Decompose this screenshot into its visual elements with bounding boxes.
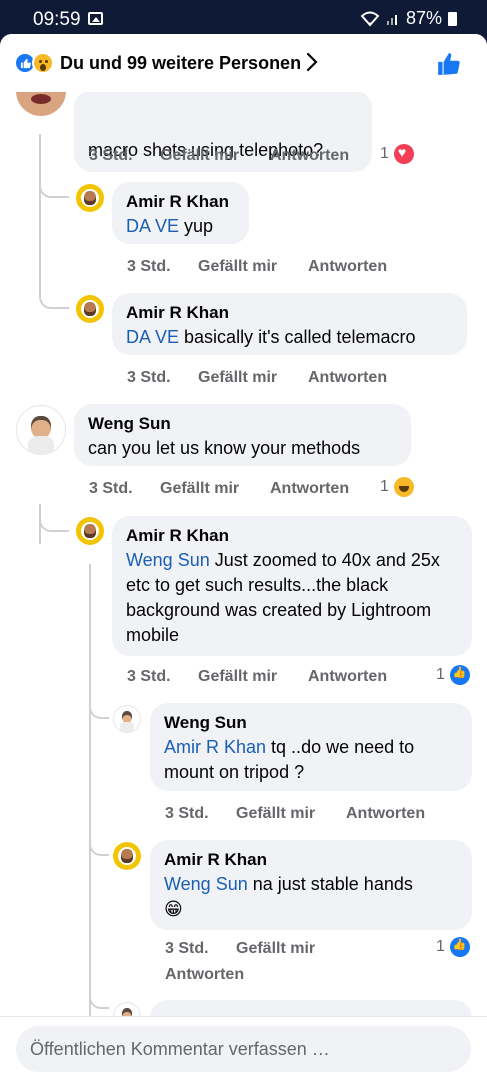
clock: 09:59: [33, 9, 81, 30]
avatar[interactable]: [16, 405, 66, 455]
battery-percent: 87%: [405, 8, 442, 28]
comment-author[interactable]: Amir R Khan: [126, 302, 453, 324]
like-link[interactable]: Gefällt mir: [198, 668, 277, 686]
avatar[interactable]: [113, 842, 141, 870]
reaction-summary: [14, 52, 54, 74]
comment-input[interactable]: Öffentlichen Kommentar verfassen …: [16, 1026, 471, 1072]
reply-link[interactable]: Antworten: [270, 480, 349, 498]
like-link[interactable]: Gefällt mir: [160, 480, 239, 498]
comment-text: DA VE basically it's called telemacro: [126, 327, 416, 347]
wow-reaction-icon: [32, 52, 54, 74]
like-link[interactable]: Gefällt mir: [236, 940, 315, 958]
comment-text: DA VE yup: [126, 216, 214, 236]
reaction-count[interactable]: 1: [380, 477, 414, 497]
composer-bar: Öffentlichen Kommentar verfassen …: [0, 1016, 487, 1080]
reply-link[interactable]: Antworten: [346, 805, 425, 823]
mention-link[interactable]: Amir R Khan: [164, 737, 266, 757]
comment-time: 3 Std.: [89, 480, 133, 497]
comment-author[interactable]: Weng Sun: [164, 712, 458, 734]
reaction-count[interactable]: 1: [436, 665, 470, 685]
thread-line: [89, 564, 91, 1024]
thread-connector: [39, 504, 69, 532]
avatar[interactable]: [76, 295, 104, 323]
reaction-count[interactable]: 1: [436, 937, 470, 957]
comment-time: 3 Std.: [89, 147, 133, 164]
comment-bubble: Amir R Khan DA VE basically it's called …: [112, 293, 467, 355]
like-link[interactable]: Gefällt mir: [198, 369, 277, 387]
like-link[interactable]: Gefällt mir: [236, 805, 315, 823]
avatar[interactable]: [76, 184, 104, 212]
comment-text: Amir R Khan tq ..do we need to mount on …: [164, 737, 415, 782]
gallery-notification-icon: [88, 12, 103, 25]
comment-time: 3 Std.: [127, 369, 171, 386]
reactions-header[interactable]: Du und 99 weitere Personen: [0, 34, 487, 92]
mention-link[interactable]: DA VE: [126, 327, 179, 347]
haha-reaction-icon: [393, 477, 414, 497]
comment-bubble: Amir R Khan Weng Sun Just zoomed to 40x …: [112, 516, 472, 656]
like-link[interactable]: Gefällt mir: [198, 258, 277, 276]
comment-author[interactable]: Amir R Khan: [126, 191, 235, 213]
comment-time: 3 Std.: [127, 668, 171, 685]
like-reaction-icon: [449, 937, 470, 957]
comment-bubble: Weng Sun can you let us know your method…: [74, 404, 411, 466]
thread-connector: [89, 694, 109, 719]
comment-bubble: Amir R Khan DA VE yup: [112, 182, 249, 244]
thread-connector: [89, 964, 109, 1009]
comment-list[interactable]: macro shots using telephoto? 3 Std. Gefä…: [0, 34, 487, 1080]
thread-connector: [39, 232, 69, 309]
reply-link[interactable]: Antworten: [308, 668, 387, 686]
mention-link[interactable]: DA VE: [126, 216, 179, 236]
avatar[interactable]: [113, 705, 141, 733]
comment-time: 3 Std.: [165, 805, 209, 822]
comment-text: can you let us know your methods: [88, 438, 361, 458]
status-bar: 09:59 87%: [0, 0, 487, 36]
avatar[interactable]: [76, 517, 104, 545]
thread-connector: [39, 184, 69, 198]
mention-link[interactable]: Weng Sun: [126, 550, 210, 570]
like-reaction-icon: [449, 665, 470, 685]
love-reaction-icon: [393, 144, 414, 164]
comment-bubble: Amir R Khan Weng Sun na just stable hand…: [150, 840, 472, 930]
comment-text: Weng Sun na just stable hands 😁: [164, 874, 413, 919]
reply-link[interactable]: Antworten: [308, 369, 387, 387]
reactions-summary-text[interactable]: Du und 99 weitere Personen: [60, 53, 301, 74]
like-link[interactable]: Gefällt mir: [160, 147, 239, 165]
reply-link[interactable]: Antworten: [308, 258, 387, 276]
comment-author[interactable]: Amir R Khan: [126, 525, 458, 547]
reply-link[interactable]: Antworten: [270, 147, 349, 165]
status-icons: 87%: [360, 8, 457, 29]
comment-time: 3 Std.: [165, 940, 209, 957]
thread-connector: [89, 834, 109, 856]
comment-author[interactable]: Amir R Khan: [164, 849, 458, 871]
signal-icon: [386, 14, 397, 25]
comment-time: 3 Std.: [127, 258, 171, 275]
battery-icon: [448, 11, 457, 26]
reply-link[interactable]: Antworten: [165, 966, 244, 984]
grin-emoji: 😁: [164, 899, 183, 919]
comment-author[interactable]: Weng Sun: [88, 413, 397, 435]
thumbs-up-icon[interactable]: [436, 51, 462, 77]
chevron-right-icon[interactable]: [305, 51, 319, 79]
comment-bubble: Weng Sun Amir R Khan tq ..do we need to …: [150, 703, 472, 791]
reaction-count[interactable]: 1: [380, 144, 414, 164]
thread-line: [39, 134, 41, 232]
comments-sheet: macro shots using telephoto? 3 Std. Gefä…: [0, 34, 487, 1080]
wifi-icon: [360, 11, 380, 27]
mention-link[interactable]: Weng Sun: [164, 874, 248, 894]
comment-text: Weng Sun Just zoomed to 40x and 25x etc …: [126, 550, 440, 645]
